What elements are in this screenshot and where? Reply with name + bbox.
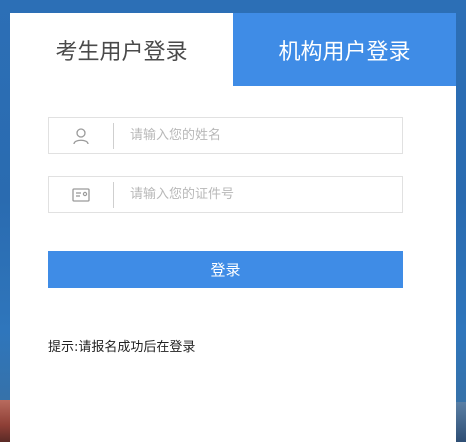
name-field xyxy=(48,117,403,154)
id-number-input[interactable] xyxy=(114,177,402,212)
building-decoration xyxy=(456,402,466,442)
tab-institution-login[interactable]: 机构用户登录 xyxy=(233,13,456,86)
login-button[interactable]: 登录 xyxy=(48,251,403,288)
login-panel: 考生用户登录 机构用户登录 登录 提示:请报名成功后在登录 xyxy=(10,13,456,442)
id-number-field xyxy=(48,176,403,213)
hint-text: 提示:请报名成功后在登录 xyxy=(48,340,196,355)
login-tabs: 考生用户登录 机构用户登录 xyxy=(10,13,456,86)
id-card-icon xyxy=(49,177,113,212)
tab-candidate-login[interactable]: 考生用户登录 xyxy=(10,13,233,86)
name-input[interactable] xyxy=(114,118,402,153)
user-icon xyxy=(49,118,113,153)
